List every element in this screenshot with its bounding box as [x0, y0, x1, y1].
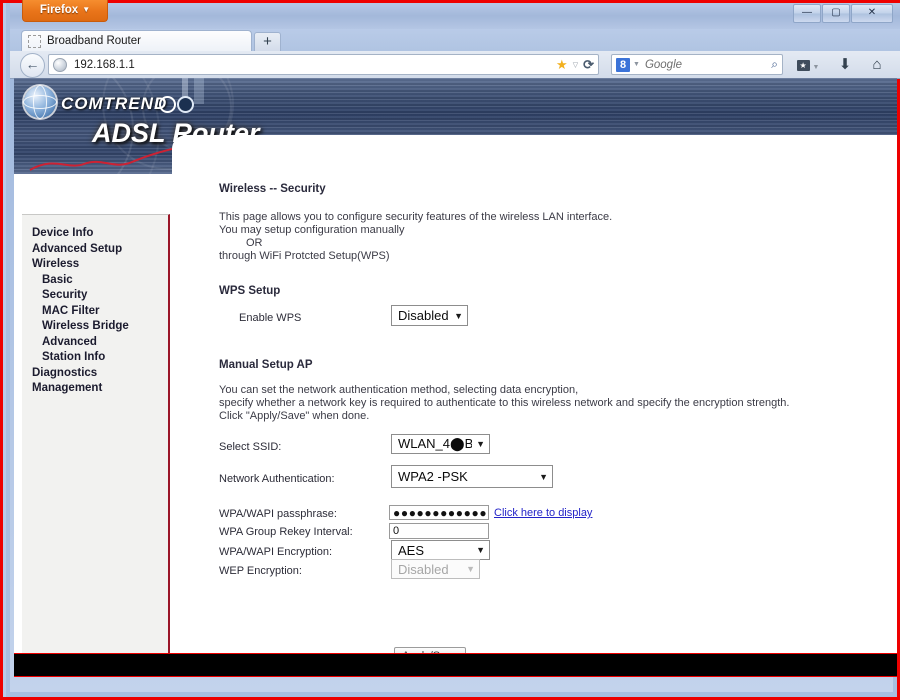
title-bar: Firefox ▼ — ▢ ✕	[10, 3, 900, 29]
wpa-passphrase-label: WPA/WAPI passphrase:	[219, 508, 337, 520]
tab-label: Broadband Router	[47, 35, 141, 47]
sidebar-item-wireless-bridge[interactable]: Wireless Bridge	[22, 319, 168, 335]
page-viewport: COMTREND ADSL Router Device Info Advance…	[14, 78, 897, 653]
bookmarks-icon: ★	[797, 60, 810, 71]
navigation-toolbar: ← 192.168.1.1 ★ ▽ ⟳ 8 ▼ Google ⌕ ★▼ ⬇	[10, 51, 900, 79]
browser-window: Firefox▼ — ▢ ✕ Broadband Router + ← 192	[6, 3, 897, 697]
sidebar-item-diagnostics[interactable]: Diagnostics	[22, 366, 168, 382]
wpa-encryption-select[interactable]: AES ▼	[391, 540, 490, 560]
firefox-app-menu-label: Firefox	[40, 4, 78, 16]
minimize-button[interactable]: —	[793, 4, 821, 23]
screenshot-root: Firefox▼ — ▢ ✕ Broadband Router + ← 192	[0, 0, 900, 700]
select-ssid-value: WLAN_4⬤B⬤	[398, 436, 472, 452]
address-bar[interactable]: 192.168.1.1 ★ ▽ ⟳	[48, 54, 599, 75]
manual-desc-line-2: specify whether a network key is require…	[219, 397, 789, 411]
maximize-button[interactable]: ▢	[822, 4, 850, 23]
sidebar-item-security[interactable]: Security	[22, 288, 168, 304]
enable-wps-value: Disabled	[398, 308, 450, 323]
banner-circle-decoration	[177, 96, 194, 113]
sidebar-item-list: Device Info Advanced Setup Wireless Basi…	[22, 215, 168, 397]
wep-encryption-select: Disabled ▼	[391, 559, 480, 579]
home-button[interactable]: ⌂	[865, 55, 889, 74]
chevron-down-icon[interactable]: ▼	[633, 61, 640, 68]
new-tab-button[interactable]: +	[254, 32, 281, 51]
reload-icon[interactable]: ⟳	[583, 58, 594, 71]
network-authentication-label: Network Authentication:	[219, 473, 335, 485]
chevron-down-icon: ▼	[813, 64, 820, 71]
sidebar-item-mac-filter[interactable]: MAC Filter	[22, 304, 168, 320]
manual-desc-line-3: Click "Apply/Save" when done.	[219, 410, 369, 424]
sidebar-item-wireless[interactable]: Wireless	[22, 257, 168, 273]
back-arrow-icon: ←	[26, 56, 40, 72]
wpa-passphrase-input[interactable]: ●●●●●●●●●●●●●●●	[389, 505, 489, 520]
intro-line-2: You may setup configuration manually	[219, 224, 405, 238]
tab-favicon-placeholder-icon	[28, 35, 41, 48]
firefox-app-menu-button[interactable]: Firefox ▼	[22, 0, 108, 22]
select-ssid-select[interactable]: WLAN_4⬤B⬤ ▼	[391, 434, 490, 454]
wpa-encryption-label: WPA/WAPI Encryption:	[219, 546, 332, 558]
wpa-passphrase-value: ●●●●●●●●●●●●●●●	[393, 508, 489, 518]
site-globe-icon	[53, 58, 67, 72]
enable-wps-label: Enable WPS	[239, 312, 301, 324]
chevron-down-icon[interactable]: ▽	[573, 61, 578, 69]
network-authentication-value: WPA2 -PSK	[398, 469, 535, 484]
search-input[interactable]: Google	[645, 59, 771, 71]
wep-encryption-value: Disabled	[398, 562, 462, 577]
banner-circle-decoration	[159, 96, 176, 113]
sidebar-item-advanced-setup[interactable]: Advanced Setup	[22, 242, 168, 258]
window-controls: — ▢ ✕	[793, 4, 893, 23]
comtrend-globe-logo-icon	[24, 86, 56, 118]
page-title: Wireless -- Security	[219, 183, 326, 195]
wpa-group-rekey-input[interactable]: 0	[389, 523, 489, 539]
sidebar-item-advanced[interactable]: Advanced	[22, 335, 168, 351]
content-panel: Wireless -- Security This page allows yo…	[172, 135, 897, 653]
downloads-button[interactable]: ⬇	[834, 55, 856, 74]
manual-setup-section-title: Manual Setup AP	[219, 359, 313, 371]
search-icon[interactable]: ⌕	[771, 57, 778, 72]
click-here-to-display-link[interactable]: Click here to display	[494, 507, 592, 519]
tab-strip: Broadband Router +	[10, 29, 900, 51]
intro-line-1: This page allows you to configure securi…	[219, 211, 612, 225]
enable-wps-select[interactable]: Disabled ▼	[391, 305, 468, 326]
sidebar-item-station-info[interactable]: Station Info	[22, 350, 168, 366]
sidebar-item-basic[interactable]: Basic	[22, 273, 168, 289]
wpa-encryption-value: AES	[398, 543, 472, 558]
chevron-down-icon: ▼	[476, 545, 485, 555]
back-button[interactable]: ←	[20, 53, 45, 78]
wpa-group-rekey-value: 0	[393, 525, 399, 537]
network-authentication-select[interactable]: WPA2 -PSK ▼	[391, 465, 553, 488]
bookmarks-menu-button[interactable]: ★▼	[793, 55, 823, 77]
banner-bar-decoration	[194, 78, 204, 104]
sidebar-menu: Device Info Advanced Setup Wireless Basi…	[22, 214, 170, 653]
select-ssid-label: Select SSID:	[219, 441, 281, 453]
bookmark-star-icon[interactable]: ★	[556, 58, 568, 71]
close-button[interactable]: ✕	[851, 4, 893, 23]
address-bar-icons: ★ ▽ ⟳	[556, 58, 594, 71]
chevron-down-icon: ▼	[476, 439, 485, 449]
wep-encryption-label: WEP Encryption:	[219, 565, 302, 577]
tab-broadband-router[interactable]: Broadband Router	[21, 30, 252, 51]
chevron-down-icon: ▼	[539, 472, 548, 482]
sidebar-item-management[interactable]: Management	[22, 381, 168, 397]
wpa-group-rekey-label: WPA Group Rekey Interval:	[219, 526, 353, 538]
url-text: 192.168.1.1	[74, 59, 556, 71]
chevron-down-icon: ▼	[82, 5, 90, 14]
chevron-down-icon: ▼	[454, 311, 463, 321]
status-bar	[14, 653, 897, 677]
manual-desc-line-1: You can set the network authentication m…	[219, 384, 578, 398]
intro-line-3: OR	[246, 237, 263, 251]
sidebar-item-device-info[interactable]: Device Info	[22, 226, 168, 242]
chevron-down-icon: ▼	[466, 564, 475, 574]
wps-setup-section-title: WPS Setup	[219, 285, 280, 297]
search-bar[interactable]: 8 ▼ Google ⌕	[611, 54, 783, 75]
intro-line-4: through WiFi Protcted Setup(WPS)	[219, 250, 390, 264]
brand-name: COMTREND	[61, 94, 167, 114]
google-logo-icon: 8	[616, 58, 630, 72]
